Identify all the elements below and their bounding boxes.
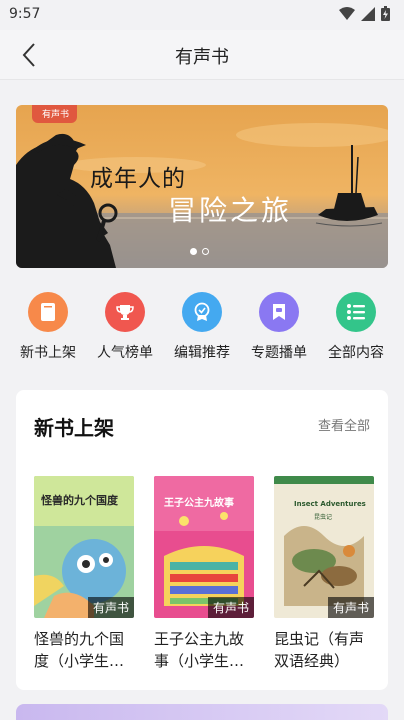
book-title: 王子公主九故事（小学生… xyxy=(154,630,245,670)
audiobook-badge: 有声书 xyxy=(207,597,254,618)
list-icon xyxy=(336,292,376,332)
status-bar: 9:57 xyxy=(0,0,404,30)
audiobook-badge: 有声书 xyxy=(327,597,374,618)
trophy-icon xyxy=(105,292,145,332)
shortcut-label: 人气榜单 xyxy=(97,345,153,361)
nav-bar: 有声书 xyxy=(0,30,404,80)
banner-illustration xyxy=(16,105,388,268)
book-icon xyxy=(28,292,68,332)
banner-headline-1: 成年人的 xyxy=(90,166,186,192)
signal-icon xyxy=(361,6,375,21)
status-time: 9:57 xyxy=(9,6,41,22)
book-cover-title: 怪兽的九个国度 xyxy=(41,494,118,507)
shortcut-topic-playlists[interactable]: 专题播单 xyxy=(241,292,317,372)
book-item[interactable]: 王子公主九故事 有声书 王子公主九故事（小学生… xyxy=(154,476,254,672)
shortcut-popular-ranking[interactable]: 人气榜单 xyxy=(87,292,163,372)
book-cover-subtitle: 昆虫记 xyxy=(314,514,333,521)
shortcut-all-content[interactable]: 全部内容 xyxy=(318,292,394,372)
book-title: 怪兽的九个国度（小学生… xyxy=(34,630,125,670)
book-cover-title: Insect Adventures xyxy=(294,500,366,508)
page-title: 有声书 xyxy=(175,47,229,68)
shortcut-label: 专题播单 xyxy=(251,345,307,361)
audiobook-badge: 有声书 xyxy=(87,597,134,618)
promo-banner[interactable]: 有声书 成年人的 冒险之旅 xyxy=(16,105,388,268)
book-title: 昆虫记（有声双语经典） xyxy=(274,630,365,670)
shortcut-label: 新书上架 xyxy=(20,345,76,361)
shortcut-editor-picks[interactable]: 编辑推荐 xyxy=(164,292,240,372)
shortcut-label: 编辑推荐 xyxy=(174,345,230,361)
new-books-section: 新书上架 查看全部 怪兽的九个国度 有声书 怪兽的九个国度（小学生… 王子公主九… xyxy=(16,390,388,690)
carousel-dot[interactable] xyxy=(202,248,209,255)
banner-headline-2: 冒险之旅 xyxy=(168,194,293,227)
book-item[interactable]: Insect Adventures 昆虫记 有声书 昆虫记（有声双语经典） xyxy=(274,476,374,672)
book-cover: Insect Adventures 昆虫记 有声书 xyxy=(274,476,374,618)
carousel-dot[interactable] xyxy=(190,248,197,255)
badge-icon xyxy=(182,292,222,332)
book-cover: 王子公主九故事 有声书 xyxy=(154,476,254,618)
see-all-link[interactable]: 查看全部 xyxy=(318,415,370,434)
book-cover: 怪兽的九个国度 有声书 xyxy=(34,476,134,618)
category-shortcuts: 新书上架 人气榜单 编辑推荐 专题播单 全部内容 xyxy=(10,292,394,372)
section-title: 新书上架 xyxy=(34,416,114,440)
book-list: 怪兽的九个国度 有声书 怪兽的九个国度（小学生… 王子公主九故事 有声书 王子公… xyxy=(34,476,374,672)
wifi-icon xyxy=(339,6,355,20)
book-cover-title: 王子公主九故事 xyxy=(164,498,234,509)
bookmark-icon xyxy=(259,292,299,332)
banner-tag: 有声书 xyxy=(32,105,78,123)
book-item[interactable]: 怪兽的九个国度 有声书 怪兽的九个国度（小学生… xyxy=(34,476,134,672)
shortcut-label: 全部内容 xyxy=(328,345,384,361)
status-icons xyxy=(339,6,390,21)
battery-icon xyxy=(381,6,390,21)
shortcut-new-books[interactable]: 新书上架 xyxy=(10,292,86,372)
next-section-banner[interactable] xyxy=(16,704,388,720)
carousel-dots xyxy=(190,248,209,255)
